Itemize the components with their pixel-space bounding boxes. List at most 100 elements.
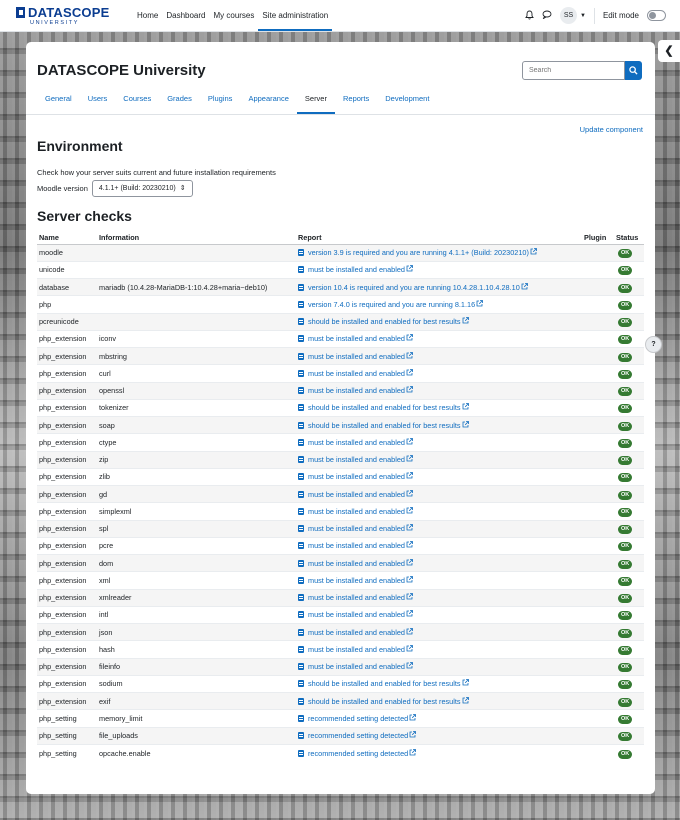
check-plugin	[582, 260, 614, 279]
report-link[interactable]: must be installed and enabled	[308, 352, 405, 361]
external-link-icon[interactable]	[406, 437, 413, 447]
tab-reports[interactable]: Reports	[335, 88, 377, 114]
bell-icon[interactable]	[525, 10, 534, 22]
report-link[interactable]: must be installed and enabled	[308, 541, 405, 550]
report-link[interactable]: must be installed and enabled	[308, 455, 405, 464]
tab-appearance[interactable]: Appearance	[240, 88, 296, 114]
external-link-icon[interactable]	[409, 748, 417, 758]
check-information: iconv	[97, 329, 296, 348]
tab-server[interactable]: Server	[296, 88, 335, 114]
external-link-icon[interactable]	[409, 713, 417, 723]
check-name: php_extension	[37, 605, 97, 624]
external-link-icon[interactable]	[406, 610, 413, 619]
tab-users[interactable]: Users	[80, 88, 116, 114]
document-icon	[298, 249, 304, 257]
nav-site-administration[interactable]: Site administration	[258, 0, 333, 31]
report-link[interactable]: version 10.4 is required and you are run…	[308, 283, 520, 292]
help-button[interactable]: ?	[645, 336, 662, 353]
report-link[interactable]: should be installed and enabled for best…	[308, 679, 461, 688]
report-link[interactable]: recommended setting detected	[308, 731, 408, 740]
report-link[interactable]: must be installed and enabled	[308, 472, 405, 481]
chevron-down-icon[interactable]: ▼	[580, 13, 586, 19]
external-link-icon[interactable]	[406, 541, 413, 550]
chat-icon[interactable]	[542, 10, 552, 21]
report-link[interactable]: must be installed and enabled	[308, 645, 405, 654]
table-row: php_extension xmlreader must be installed …	[37, 588, 644, 607]
external-link-icon[interactable]	[462, 679, 469, 688]
external-link-icon[interactable]	[406, 265, 413, 274]
external-link-icon[interactable]	[406, 644, 413, 654]
nav-my-courses[interactable]: My courses	[209, 0, 258, 31]
report-link[interactable]: must be installed and enabled	[308, 593, 405, 602]
external-link-icon[interactable]	[406, 506, 413, 516]
external-link-icon[interactable]	[462, 696, 469, 706]
tab-plugins[interactable]: Plugins	[200, 88, 241, 114]
external-link-icon[interactable]	[521, 282, 528, 292]
external-link-icon[interactable]	[406, 524, 413, 533]
report-link[interactable]: must be installed and enabled	[308, 524, 405, 533]
report-link[interactable]: must be installed and enabled	[308, 576, 405, 585]
external-link-icon[interactable]	[406, 351, 413, 361]
edit-mode-toggle[interactable]	[647, 10, 666, 21]
report-link[interactable]: must be installed and enabled	[308, 386, 405, 395]
update-component-link[interactable]: Update component	[580, 125, 643, 134]
report-link[interactable]: should be installed and enabled for best…	[308, 317, 461, 326]
check-plugin	[582, 381, 614, 400]
page-title: DATASCOPE University	[37, 62, 206, 79]
external-link-icon[interactable]	[406, 627, 413, 637]
report-link[interactable]: recommended setting detected	[308, 714, 408, 723]
external-link-icon[interactable]	[406, 558, 413, 568]
column-header-name: Name	[37, 231, 97, 245]
external-link-icon[interactable]	[406, 662, 413, 671]
external-link-icon[interactable]	[462, 403, 469, 412]
external-link-icon[interactable]	[406, 455, 413, 464]
report-link[interactable]: must be installed and enabled	[308, 559, 405, 568]
external-link-icon[interactable]	[409, 731, 417, 740]
report-link[interactable]: version 7.4.0 is required and you are ru…	[308, 300, 475, 309]
tab-development[interactable]: Development	[377, 88, 437, 114]
chevron-left-icon[interactable]: ❮	[658, 40, 680, 62]
tab-general[interactable]: General	[37, 88, 80, 114]
check-name: php_extension	[37, 484, 97, 503]
report-link[interactable]: must be installed and enabled	[308, 490, 405, 499]
tab-grades[interactable]: Grades	[159, 88, 200, 114]
report-link[interactable]: must be installed and enabled	[308, 369, 405, 378]
report-link[interactable]: should be installed and enabled for best…	[308, 421, 461, 430]
search-input[interactable]	[522, 61, 625, 80]
report-link[interactable]: should be installed and enabled for best…	[308, 697, 461, 706]
external-link-icon[interactable]	[406, 368, 413, 378]
tab-courses[interactable]: Courses	[115, 88, 159, 114]
external-link-icon[interactable]	[462, 317, 469, 326]
external-link-icon[interactable]	[530, 248, 537, 257]
moodle-version-select[interactable]: 4.1.1+ (Build: 20230210) ⇕	[91, 180, 193, 197]
report-link[interactable]: must be installed and enabled	[308, 628, 405, 637]
search-button[interactable]	[625, 61, 642, 80]
report-link[interactable]: must be installed and enabled	[308, 610, 405, 619]
report-link[interactable]: recommended setting detected	[308, 749, 408, 758]
external-link-icon[interactable]	[406, 575, 413, 585]
nav-dashboard[interactable]: Dashboard	[162, 0, 209, 31]
external-link-icon[interactable]	[406, 489, 413, 499]
report-link[interactable]: must be installed and enabled	[308, 334, 405, 343]
external-link-icon[interactable]	[406, 334, 413, 343]
external-link-icon[interactable]	[476, 299, 484, 309]
nav-home[interactable]: Home	[133, 0, 162, 31]
external-link-icon[interactable]	[462, 420, 469, 430]
report-link[interactable]: must be installed and enabled	[308, 662, 405, 671]
external-link-icon[interactable]	[406, 593, 413, 602]
external-link-icon[interactable]	[406, 386, 413, 395]
status-badge: OK	[618, 318, 633, 328]
site-logo[interactable]: DATASCOPE UNIVERSITY	[16, 5, 110, 26]
report-link[interactable]: must be installed and enabled	[308, 438, 405, 447]
table-header-row: Name Information Report Plugin Status	[37, 231, 644, 245]
report-link[interactable]: should be installed and enabled for best…	[308, 403, 461, 412]
report-link[interactable]: must be installed and enabled	[308, 265, 405, 274]
main-content: DATASCOPE University General Users Cours…	[26, 42, 655, 794]
external-link-icon[interactable]	[406, 472, 413, 481]
avatar[interactable]: SS	[560, 7, 578, 24]
report-link[interactable]: must be installed and enabled	[308, 507, 405, 516]
document-icon	[298, 507, 304, 515]
check-information	[97, 243, 296, 262]
check-information: soap	[97, 415, 296, 434]
report-link[interactable]: version 3.9 is required and you are runn…	[308, 248, 529, 257]
